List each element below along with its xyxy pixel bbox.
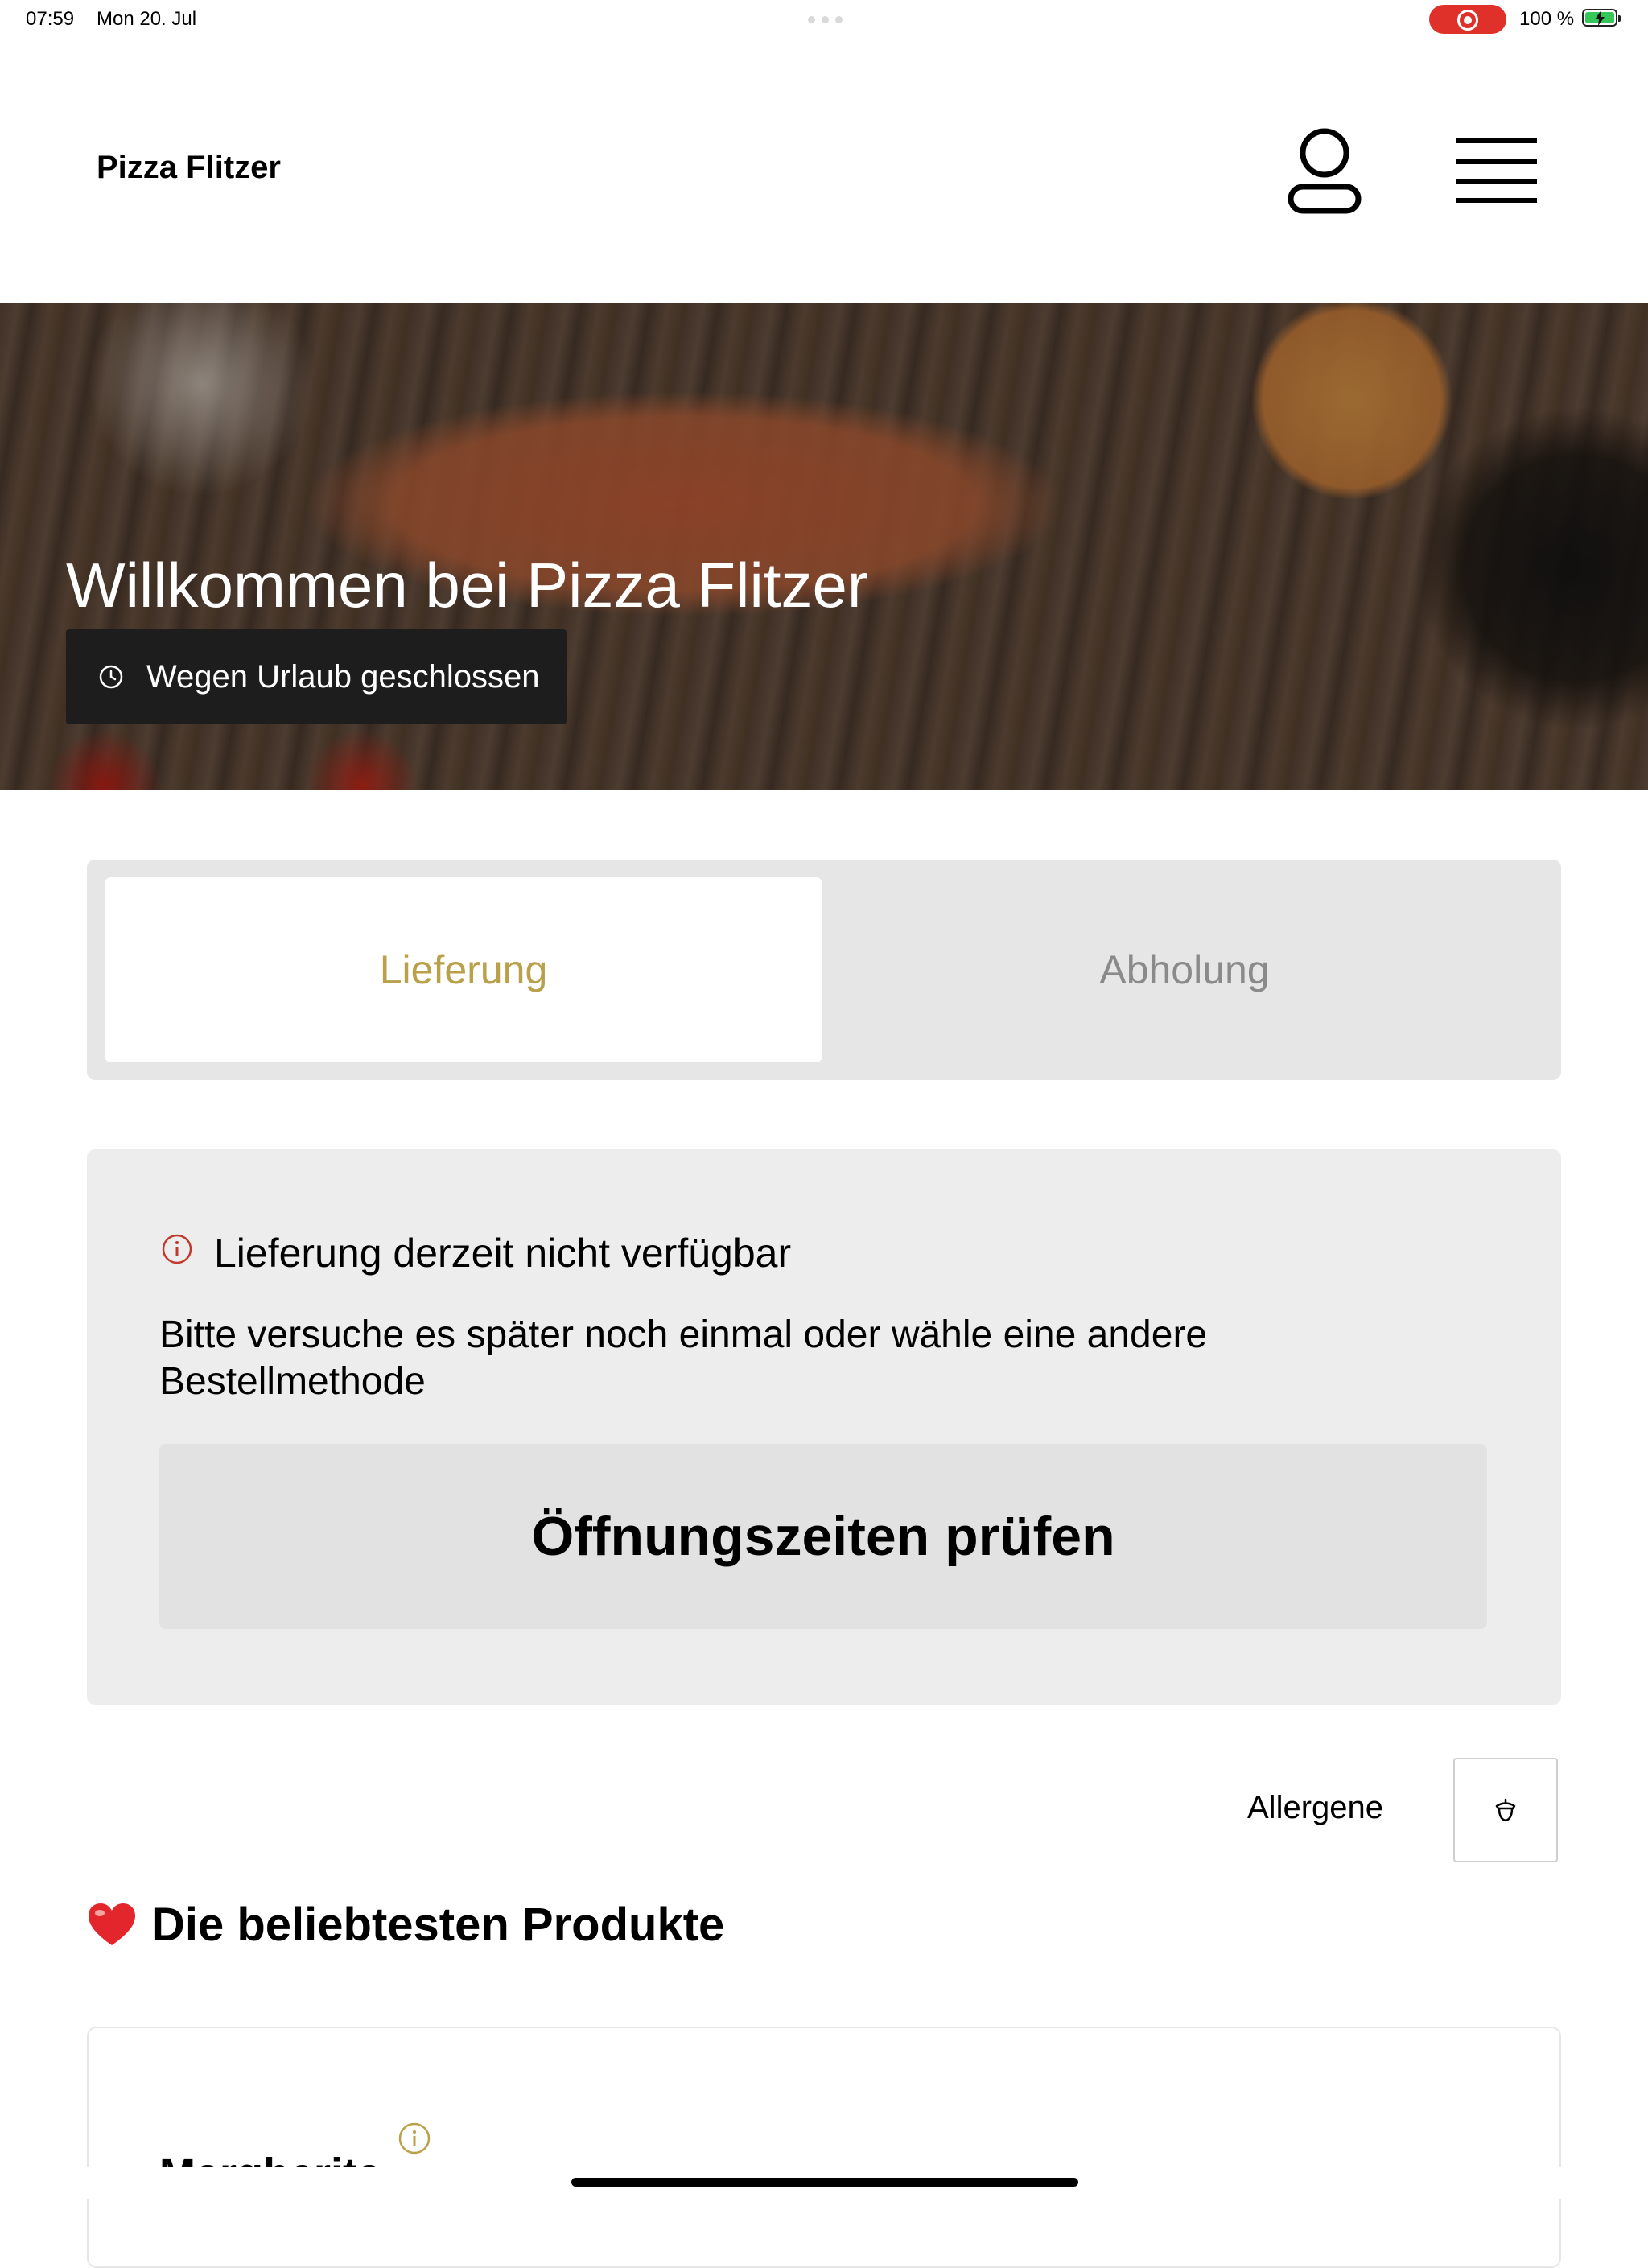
- check-opening-hours-button[interactable]: Öffnungszeiten prüfen: [159, 1444, 1487, 1629]
- delivery-unavailable-notice: Lieferung derzeit nicht verfügbar Bitte …: [87, 1149, 1561, 1705]
- brand-name[interactable]: Pizza Flitzer: [97, 150, 281, 186]
- store-status-badge: Wegen Urlaub geschlossen: [66, 629, 566, 724]
- clock-icon: [99, 665, 123, 689]
- info-icon[interactable]: [398, 2122, 431, 2155]
- status-time: 07:59: [26, 8, 75, 30]
- product-card[interactable]: Margherita: [87, 2027, 1561, 2268]
- popular-section-title-text: Die beliebtesten Produkte: [151, 1899, 725, 1951]
- menu-icon[interactable]: [1456, 135, 1537, 206]
- status-date: Mon 20. Jul: [97, 8, 197, 30]
- battery-charging-icon: [1582, 9, 1621, 27]
- screen-recording-icon[interactable]: [1429, 5, 1506, 34]
- order-method-tabs: Lieferung Abholung: [87, 860, 1561, 1080]
- notice-text: Bitte versuche es später noch einmal ode…: [159, 1313, 1208, 1403]
- home-indicator[interactable]: [571, 2178, 1078, 2187]
- account-icon[interactable]: [1284, 126, 1365, 216]
- battery-percentage: 100 %: [1519, 8, 1575, 30]
- info-icon: [162, 1234, 192, 1264]
- multitasking-dots-icon[interactable]: [808, 16, 843, 23]
- hero-banner: Willkommen bei Pizza Flitzer Wegen Urlau…: [0, 303, 1648, 790]
- hero-title: Willkommen bei Pizza Flitzer: [66, 550, 868, 621]
- allergen-filter-button[interactable]: [1453, 1758, 1558, 1862]
- notice-title: Lieferung derzeit nicht verfügbar: [214, 1231, 792, 1276]
- tab-pickup[interactable]: Abholung: [826, 877, 1543, 1062]
- heart-icon: [89, 1903, 135, 1945]
- store-status-text: Wegen Urlaub geschlossen: [146, 658, 540, 695]
- popular-section-title: Die beliebtesten Produkte: [87, 1898, 724, 1952]
- allergen-label: Allergene: [1247, 1790, 1384, 1825]
- tab-delivery[interactable]: Lieferung: [105, 877, 822, 1062]
- status-bar: 07:59 Mon 20. Jul 100 %: [0, 0, 1648, 39]
- acorn-icon: [1495, 1798, 1516, 1822]
